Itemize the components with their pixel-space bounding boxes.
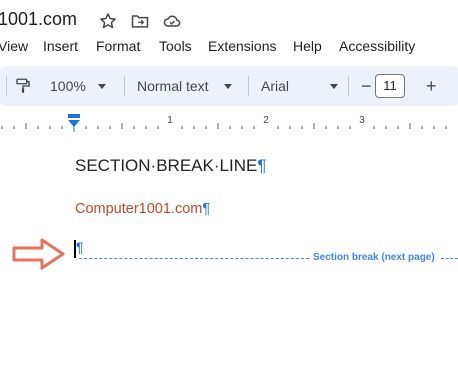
- menu-insert[interactable]: Insert: [43, 38, 78, 54]
- star-icon[interactable]: [98, 11, 118, 31]
- paragraph-style-select[interactable]: Normal text: [137, 66, 232, 106]
- menu-accessibility[interactable]: Accessibility: [339, 38, 415, 54]
- paragraph-style-value: Normal text: [137, 78, 209, 94]
- decrease-font-size-button[interactable]: −: [361, 66, 372, 106]
- heading-line[interactable]: SECTION·BREAK·LINE¶: [75, 156, 266, 176]
- chevron-down-icon: [223, 83, 232, 89]
- ruler-mark-2: 2: [263, 115, 269, 126]
- toolbar-separator: [348, 76, 349, 96]
- document-title[interactable]: 1001.com: [0, 9, 77, 30]
- pilcrow-mark: ¶: [202, 201, 211, 217]
- toolbar-separator: [248, 76, 249, 96]
- toolbar-separator: [6, 76, 7, 96]
- subtitle-line[interactable]: Computer1001.com¶: [75, 201, 210, 217]
- paint-format-button[interactable]: [14, 66, 32, 106]
- pilcrow-mark: ¶: [257, 156, 267, 175]
- section-break-line-end: [441, 258, 458, 259]
- ruler-mark-3: 3: [359, 115, 365, 126]
- font-select[interactable]: Arial: [261, 66, 339, 106]
- menu-extensions[interactable]: Extensions: [208, 38, 276, 54]
- toolbar-separator: [124, 76, 125, 96]
- section-break-line: [79, 258, 309, 259]
- menu-format[interactable]: Format: [96, 38, 140, 54]
- chevron-down-icon: [97, 83, 106, 89]
- zoom-select[interactable]: 100%: [50, 66, 106, 106]
- zoom-value: 100%: [50, 78, 86, 94]
- increase-font-size-button[interactable]: +: [426, 66, 437, 106]
- indent-marker-icon[interactable]: [67, 113, 81, 133]
- font-value: Arial: [261, 78, 290, 94]
- pilcrow-mark: ¶: [76, 239, 84, 255]
- move-to-folder-icon[interactable]: [130, 11, 150, 31]
- arrow-right-icon: [12, 238, 65, 270]
- menu-view[interactable]: View: [0, 38, 28, 54]
- subtitle-text: Computer1001.com: [75, 201, 203, 217]
- menu-help[interactable]: Help: [293, 38, 322, 54]
- title-bar: 1001.com: [0, 0, 458, 34]
- menu-tools[interactable]: Tools: [159, 38, 192, 54]
- menu-bar: View Insert Format Tools Extensions Help…: [0, 34, 458, 58]
- heading-text: SECTION·BREAK·LINE: [75, 156, 258, 175]
- section-break-label: Section break (next page): [313, 252, 435, 263]
- font-size-input[interactable]: 11: [375, 74, 405, 98]
- toolbar: 100% Normal text Arial − 11 +: [0, 66, 458, 106]
- paint-format-icon: [16, 78, 30, 93]
- cloud-saved-icon[interactable]: [162, 11, 182, 31]
- chevron-down-icon: [330, 83, 339, 89]
- ruler-mark-1: 1: [167, 115, 173, 126]
